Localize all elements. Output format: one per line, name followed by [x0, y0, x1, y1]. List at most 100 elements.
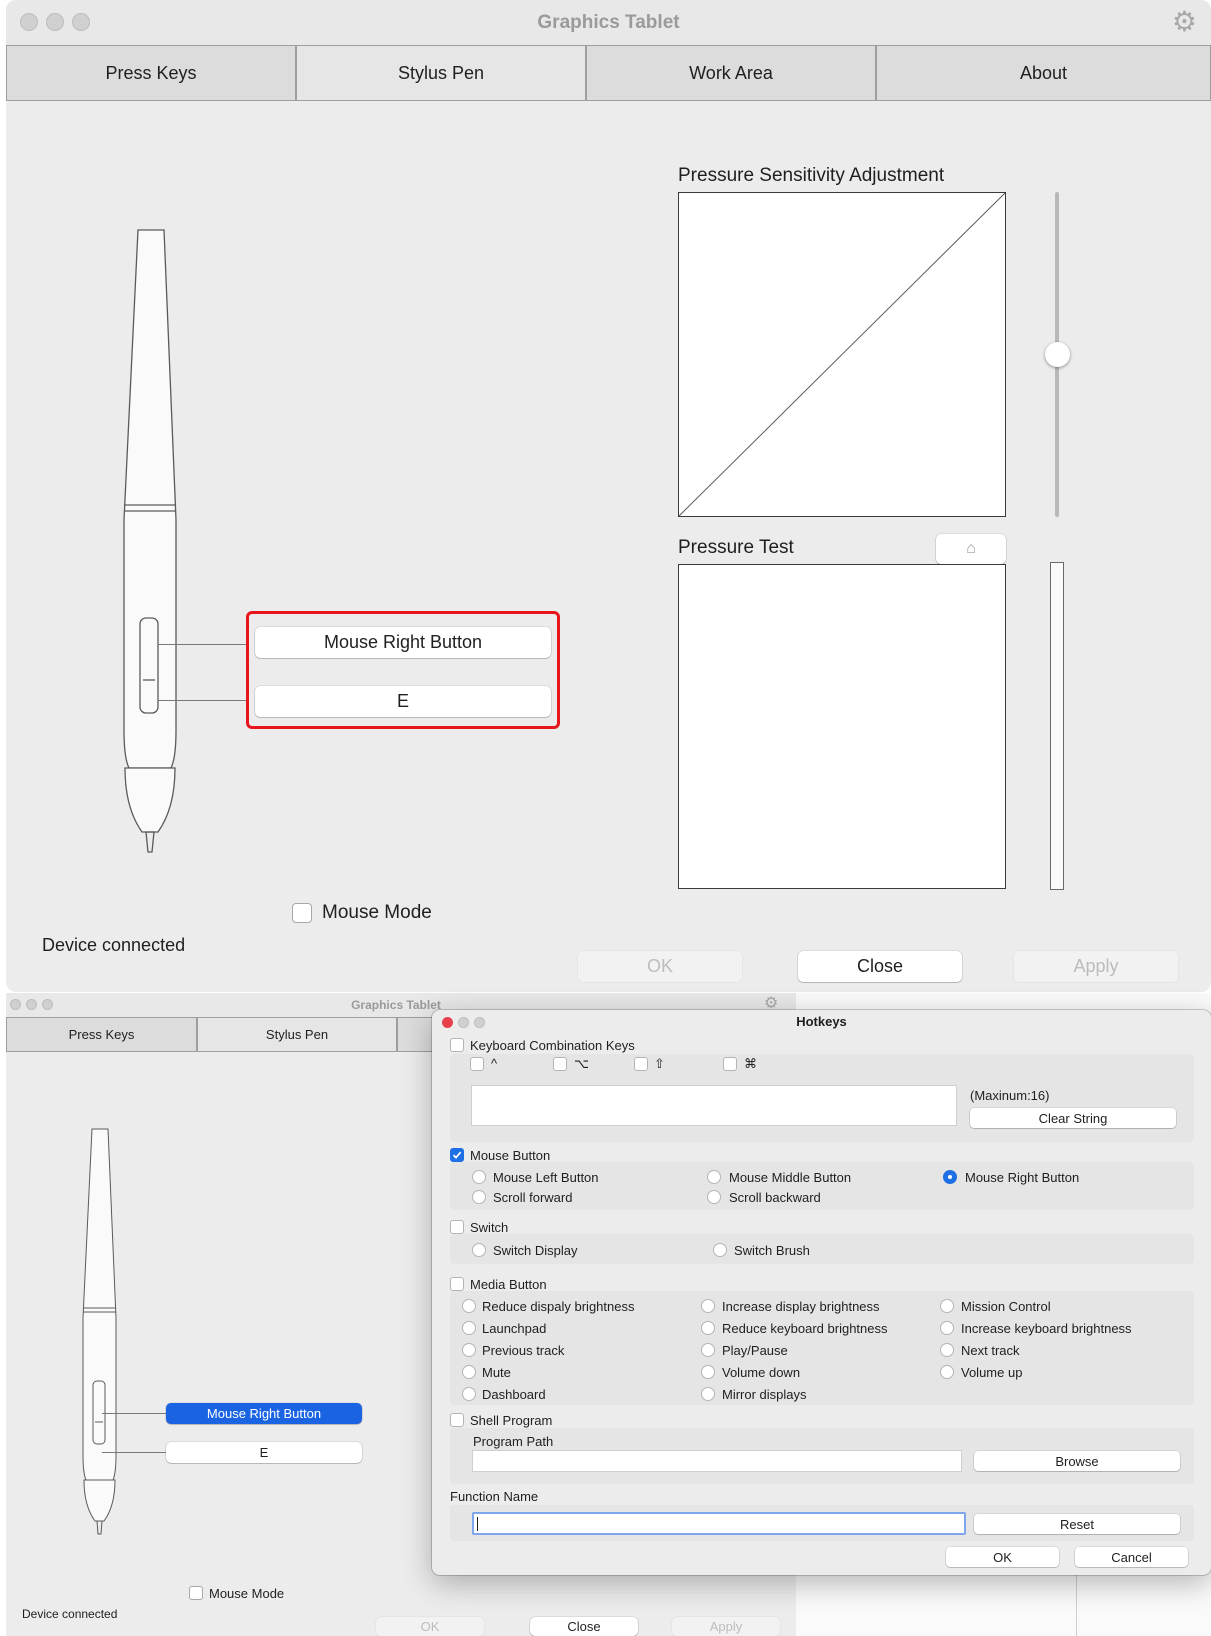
- radio-scroll-backward[interactable]: [707, 1190, 721, 1204]
- tab-about[interactable]: About: [876, 45, 1211, 101]
- pen-button-connector-upper: [158, 644, 248, 645]
- option-label: Dashboard: [482, 1387, 546, 1402]
- option-label: Reduce keyboard brightness: [722, 1321, 888, 1336]
- checkmark-icon: [452, 1151, 462, 1159]
- tab-press-keys[interactable]: Press Keys: [6, 1017, 197, 1052]
- ok-button[interactable]: OK: [578, 951, 742, 982]
- option-label: Mute: [482, 1365, 511, 1380]
- button-label: E: [396, 691, 409, 711]
- pen-upper-button-assignment[interactable]: Mouse Right Button: [166, 1403, 362, 1424]
- device-status: Device connected: [42, 935, 186, 955]
- tab-work-area[interactable]: Work Area: [586, 45, 876, 101]
- radio-switch-display[interactable]: [472, 1243, 486, 1257]
- mouse-button-checkbox[interactable]: [450, 1148, 464, 1162]
- button-label: OK: [646, 956, 673, 976]
- button-label: OK: [420, 1619, 440, 1634]
- radio-increase-keyboard-brightness[interactable]: [940, 1321, 954, 1335]
- stylus-pen-illustration: [82, 1128, 117, 1535]
- pressure-test-area[interactable]: [678, 564, 1006, 889]
- command-modifier-label: ⌘: [744, 1056, 757, 1071]
- pen-upper-button-assignment[interactable]: Mouse Right Button: [255, 627, 551, 658]
- text-cursor: [477, 1517, 478, 1531]
- mouse-mode-label: Mouse Mode: [209, 1586, 285, 1601]
- pen-lower-button-assignment[interactable]: E: [166, 1442, 362, 1463]
- radio-mirror-displays[interactable]: [701, 1387, 715, 1401]
- radio-play-pause[interactable]: [701, 1343, 715, 1357]
- media-button-checkbox[interactable]: [450, 1277, 464, 1291]
- shell-program-checkbox[interactable]: [450, 1413, 464, 1427]
- button-label: OK: [993, 1549, 1012, 1565]
- mouse-mode-checkbox[interactable]: [292, 903, 312, 923]
- pen-button-connector-lower: [158, 700, 248, 701]
- function-name-label: Function Name: [450, 1489, 539, 1504]
- radio-volume-down[interactable]: [701, 1365, 715, 1379]
- main-window: Graphics Tablet ⚙ Press Keys Stylus Pen …: [6, 0, 1211, 992]
- radio-mission-control[interactable]: [940, 1299, 954, 1313]
- ctrl-modifier-checkbox[interactable]: [470, 1057, 484, 1071]
- radio-reduce-keyboard-brightness[interactable]: [701, 1321, 715, 1335]
- clear-string-button[interactable]: Clear String: [970, 1108, 1176, 1128]
- keyboard-combination-label: Keyboard Combination Keys: [470, 1038, 635, 1053]
- radio-next-track[interactable]: [940, 1343, 954, 1357]
- switch-checkbox[interactable]: [450, 1220, 464, 1234]
- close-button[interactable]: Close: [798, 951, 962, 982]
- apply-button[interactable]: Apply: [672, 1617, 780, 1636]
- close-button[interactable]: Close: [530, 1617, 638, 1636]
- command-modifier-checkbox[interactable]: [723, 1057, 737, 1071]
- gear-icon[interactable]: ⚙: [1172, 7, 1197, 37]
- button-label: Mouse Right Button: [323, 632, 483, 652]
- radio-mute[interactable]: [462, 1365, 476, 1379]
- radio-dashboard[interactable]: [462, 1387, 476, 1401]
- radio-switch-brush[interactable]: [713, 1243, 727, 1257]
- button-label: E: [259, 1445, 269, 1460]
- option-label: Mouse Right Button: [965, 1170, 1080, 1185]
- option-label: Mirror displays: [722, 1387, 807, 1402]
- shift-modifier-checkbox[interactable]: [634, 1057, 648, 1071]
- apply-button[interactable]: Apply: [1014, 951, 1178, 982]
- option-modifier-label: ⌥: [574, 1056, 589, 1071]
- program-path-label: Program Path: [473, 1434, 554, 1449]
- pen-lower-button-assignment[interactable]: E: [255, 686, 551, 717]
- radio-mouse-left[interactable]: [472, 1170, 486, 1184]
- tab-press-keys[interactable]: Press Keys: [6, 45, 296, 101]
- tab-work-area[interactable]: [397, 1017, 437, 1052]
- pressure-slider-thumb[interactable]: [1045, 342, 1070, 367]
- option-label: Launchpad: [482, 1321, 547, 1336]
- radio-scroll-forward[interactable]: [472, 1190, 486, 1204]
- tab-label: Press Keys: [105, 62, 197, 83]
- radio-increase-display-brightness[interactable]: [701, 1299, 715, 1313]
- tab-stylus-pen[interactable]: Stylus Pen: [197, 1017, 397, 1052]
- button-label: Cancel: [1111, 1549, 1152, 1565]
- main-window-title: Graphics Tablet: [537, 12, 680, 33]
- function-name-field[interactable]: [472, 1512, 966, 1535]
- radio-volume-up[interactable]: [940, 1365, 954, 1379]
- option-modifier-checkbox[interactable]: [553, 1057, 567, 1071]
- reset-button[interactable]: Reset: [974, 1514, 1180, 1534]
- clear-pressure-test-button[interactable]: ⌂: [936, 534, 1006, 564]
- tab-label: Stylus Pen: [397, 62, 485, 83]
- radio-mouse-right[interactable]: [943, 1170, 957, 1184]
- tab-label: About: [1019, 62, 1068, 83]
- hotkeys-ok-button[interactable]: OK: [946, 1547, 1059, 1567]
- media-button-label: Media Button: [470, 1277, 547, 1292]
- option-label: Switch Brush: [734, 1243, 810, 1258]
- option-label: Switch Display: [493, 1243, 578, 1258]
- device-status: Device connected: [22, 1607, 118, 1621]
- radio-reduce-display-brightness[interactable]: [462, 1299, 476, 1313]
- radio-launchpad[interactable]: [462, 1321, 476, 1335]
- radio-previous-track[interactable]: [462, 1343, 476, 1357]
- mouse-mode-checkbox[interactable]: [189, 1586, 203, 1600]
- browse-button[interactable]: Browse: [974, 1451, 1180, 1471]
- program-path-field[interactable]: [472, 1450, 962, 1472]
- ok-button[interactable]: OK: [376, 1617, 484, 1636]
- hotkeys-cancel-button[interactable]: Cancel: [1075, 1547, 1188, 1567]
- option-label: Mouse Left Button: [493, 1170, 599, 1185]
- key-string-field[interactable]: [471, 1085, 957, 1126]
- radio-mouse-middle[interactable]: [707, 1170, 721, 1184]
- max-length-note: (Maxinum:16): [970, 1088, 1050, 1103]
- tab-stylus-pen[interactable]: Stylus Pen: [296, 45, 586, 101]
- tab-label: Work Area: [689, 62, 773, 83]
- keyboard-combination-checkbox[interactable]: [450, 1038, 464, 1052]
- main-titlebar: Graphics Tablet ⚙: [6, 0, 1211, 45]
- pressure-curve-graph[interactable]: [678, 192, 1006, 517]
